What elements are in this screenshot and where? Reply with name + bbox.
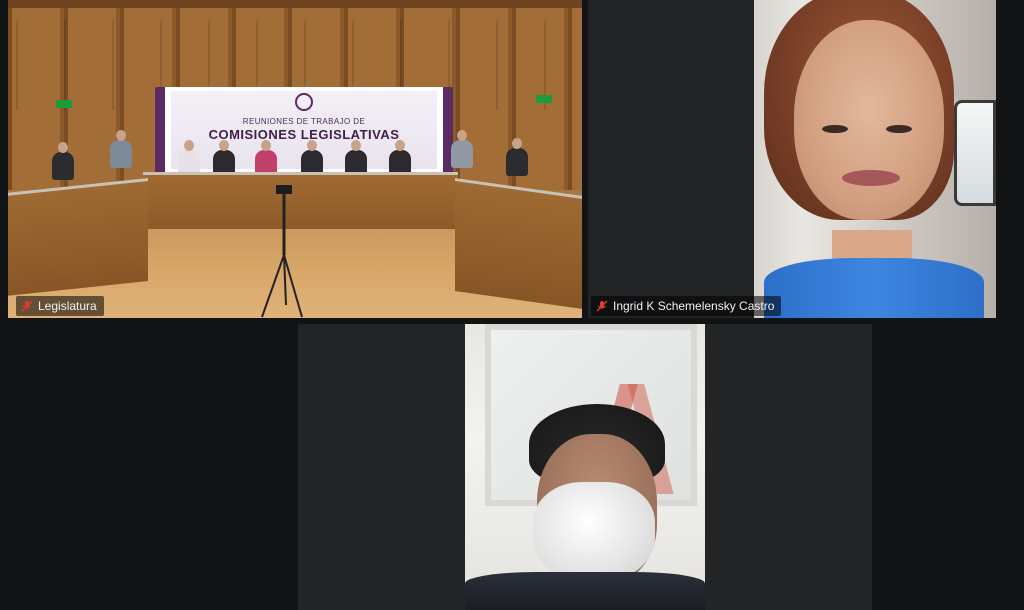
video-tile-masked-participant[interactable] bbox=[298, 324, 872, 610]
participant-name-label: Ingrid K Schemelensky Castro bbox=[591, 296, 782, 316]
participant-face bbox=[794, 20, 944, 220]
participant-shirt bbox=[764, 258, 984, 318]
exit-sign bbox=[56, 100, 72, 108]
attendee bbox=[52, 142, 74, 180]
participant-name: Ingrid K Schemelensky Castro bbox=[613, 299, 775, 313]
conference-table bbox=[8, 178, 148, 296]
attendee bbox=[506, 138, 528, 176]
participant-name: Legislatura bbox=[38, 299, 97, 313]
video-tile-ingrid[interactable]: Ingrid K Schemelensky Castro bbox=[588, 0, 996, 318]
participant-shirt bbox=[465, 572, 705, 610]
participant-name-label: Legislatura bbox=[16, 296, 104, 316]
meeting-room-video: REUNIONES DE TRABAJO DE COMISIONES LEGIS… bbox=[8, 0, 582, 318]
mic-muted-icon bbox=[596, 300, 608, 312]
car-window bbox=[954, 100, 996, 206]
video-tile-legislatura[interactable]: REUNIONES DE TRABAJO DE COMISIONES LEGIS… bbox=[8, 0, 582, 318]
exit-sign bbox=[536, 95, 552, 103]
video-grid: REUNIONES DE TRABAJO DE COMISIONES LEGIS… bbox=[0, 0, 1024, 610]
attendee bbox=[451, 130, 473, 168]
conference-table bbox=[455, 178, 582, 310]
face-mask bbox=[533, 482, 655, 582]
banner-subtitle: REUNIONES DE TRABAJO DE bbox=[242, 117, 366, 126]
camera-tripod bbox=[261, 185, 303, 318]
car-interior-video bbox=[754, 0, 996, 318]
office-video bbox=[465, 324, 705, 610]
mic-muted-icon bbox=[21, 300, 33, 312]
attendee bbox=[110, 130, 132, 168]
congress-logo-icon bbox=[295, 93, 313, 111]
